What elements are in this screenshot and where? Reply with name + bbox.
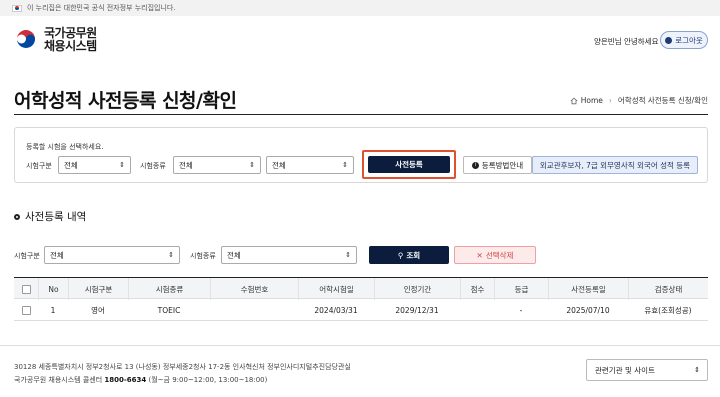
register-hint: 등록할 시험을 선택하세요. xyxy=(26,143,104,151)
breadcrumb-current: 어학성적 사전등록 신청/확인 xyxy=(617,96,708,105)
page-title: 어학성적 사전등록 신청/확인 xyxy=(14,90,237,112)
history-exam-type-value: 전체 xyxy=(50,250,64,260)
column-header: 점수 xyxy=(460,278,494,300)
chevron-updown-icon: ⇕ xyxy=(342,161,348,169)
exam-type-select[interactable]: 전체 ⇕ xyxy=(58,156,131,174)
footer-address: 30128 세종특별자치시 정부2청사로 13 (나성동) 정부세종2청사 17… xyxy=(14,363,351,371)
column-header: 인정기간 xyxy=(374,278,460,300)
history-exam-type-select[interactable]: 전체 ⇕ xyxy=(44,246,180,264)
history-exam-kind-select[interactable]: 전체 ⇕ xyxy=(221,246,357,264)
exam-kind-value: 전체 xyxy=(179,160,193,170)
logout-button[interactable]: 로그아웃 xyxy=(660,31,708,49)
footer-callcenter: 국가공무원 채용시스템 콜센터 1800-6634 (월~금 9:00~12:0… xyxy=(14,375,267,385)
cell-exam-number xyxy=(210,299,298,321)
footer-divider xyxy=(0,345,720,346)
exam-sub-value: 전체 xyxy=(272,160,286,170)
table-row[interactable]: 1 영어 TOEIC 2024/03/31 2029/12/31 - 2025/… xyxy=(14,299,708,321)
chevron-updown-icon: ⇕ xyxy=(168,251,174,259)
delete-selected-button[interactable]: ✕ 선택삭제 xyxy=(454,246,536,264)
register-panel: 등록할 시험을 선택하세요. 시험구분 전체 ⇕ 시험종류 전체 ⇕ 전체 ⇕ … xyxy=(14,127,708,183)
gov-banner-text: 이 누리집은 대한민국 공식 전자정부 누리집입니다. xyxy=(27,4,176,12)
close-icon: ✕ xyxy=(476,250,483,260)
gov-banner: 이 누리집은 대한민국 공식 전자정부 누리집입니다. xyxy=(0,0,720,16)
column-header: 수험번호 xyxy=(210,278,298,300)
search-button[interactable]: ⚲ 조회 xyxy=(369,246,449,264)
register-guide-button[interactable]: i 등록방법안내 xyxy=(463,156,532,174)
site-logo[interactable]: 국가공무원 채용시스템 xyxy=(44,27,97,53)
callcenter-prefix: 국가공무원 채용시스템 콜센터 xyxy=(14,376,103,384)
cell-no: 1 xyxy=(50,305,56,315)
info-icon: i xyxy=(471,161,479,169)
korea-flag-icon xyxy=(12,4,22,12)
callcenter-hours: (월~금 9:00~12:00, 13:00~18:00) xyxy=(148,376,268,384)
logo-line-2: 채용시스템 xyxy=(44,39,97,53)
history-section-title: 사전등록 내역 xyxy=(14,209,86,224)
cell-registered-date: 2025/07/10 xyxy=(566,305,610,315)
chevron-updown-icon: ⇕ xyxy=(694,366,700,374)
column-header: No xyxy=(38,278,68,300)
exam-type-value: 전체 xyxy=(64,160,78,170)
history-exam-kind-value: 전체 xyxy=(227,250,241,260)
taegeuk-logo-icon[interactable] xyxy=(14,27,38,51)
cell-grade: - xyxy=(519,305,523,315)
callcenter-number: 1800-6634 xyxy=(104,376,147,384)
column-header: 검증상태 xyxy=(628,278,708,300)
header-select-all[interactable] xyxy=(14,278,38,300)
logout-label: 로그아웃 xyxy=(675,35,703,45)
chevron-updown-icon: ⇕ xyxy=(345,251,351,259)
row-select[interactable] xyxy=(14,299,38,321)
cell-exam-kind: TOEIC xyxy=(157,305,181,315)
cell-valid-until: 2029/12/31 xyxy=(395,305,439,315)
checkbox-icon[interactable] xyxy=(21,305,31,315)
column-header: 등급 xyxy=(494,278,548,300)
table-header-row: No 시험구분 시험종류 수험번호 어학시험일 인정기간 점수 등급 사전등록일… xyxy=(14,277,708,300)
home-icon xyxy=(570,97,578,104)
related-sites-select[interactable]: 관련기관 및 사이트 ⇕ xyxy=(586,359,708,381)
related-sites-label: 관련기관 및 사이트 xyxy=(595,365,655,375)
register-guide-label: 등록방법안내 xyxy=(481,160,524,170)
history-exam-kind-label: 시험종류 xyxy=(190,252,216,260)
search-label: 조회 xyxy=(406,250,421,260)
column-header: 어학시험일 xyxy=(298,278,374,300)
delete-selected-label: 선택삭제 xyxy=(485,250,514,260)
column-header: 사전등록일 xyxy=(548,278,628,300)
breadcrumb: Home › 어학성적 사전등록 신청/확인 xyxy=(570,95,708,106)
search-icon: ⚲ xyxy=(397,250,404,260)
user-greeting: 양은빈님 안녕하세요 xyxy=(594,37,659,46)
history-title-text: 사전등록 내역 xyxy=(25,211,87,223)
cell-score xyxy=(460,299,494,321)
chevron-updown-icon: ⇕ xyxy=(249,161,255,169)
foreign-score-register-button[interactable]: 외교관후보자, 7급 외무영사직 외국어 성적 등록 xyxy=(532,156,698,174)
power-icon xyxy=(665,36,673,44)
column-header: 시험구분 xyxy=(68,278,128,300)
cell-exam-date: 2024/03/31 xyxy=(314,305,358,315)
checkbox-icon[interactable] xyxy=(21,284,31,294)
breadcrumb-separator-icon: › xyxy=(608,96,612,105)
column-header: 시험종류 xyxy=(128,278,210,300)
exam-kind-select[interactable]: 전체 ⇕ xyxy=(173,156,261,174)
cell-exam-type: 영어 xyxy=(91,305,105,315)
bullet-circle-icon xyxy=(14,213,20,220)
chevron-updown-icon: ⇕ xyxy=(119,161,125,169)
exam-sub-select[interactable]: 전체 ⇕ xyxy=(266,156,354,174)
history-exam-type-label: 시험구분 xyxy=(14,252,40,260)
cell-verification-status: 유효(조회성공) xyxy=(644,305,692,315)
pre-register-button[interactable]: 사전등록 xyxy=(368,156,450,173)
exam-type-label: 시험구분 xyxy=(26,162,52,170)
exam-kind-label: 시험종류 xyxy=(140,162,166,170)
title-divider xyxy=(14,114,708,115)
breadcrumb-home[interactable]: Home xyxy=(581,96,603,105)
